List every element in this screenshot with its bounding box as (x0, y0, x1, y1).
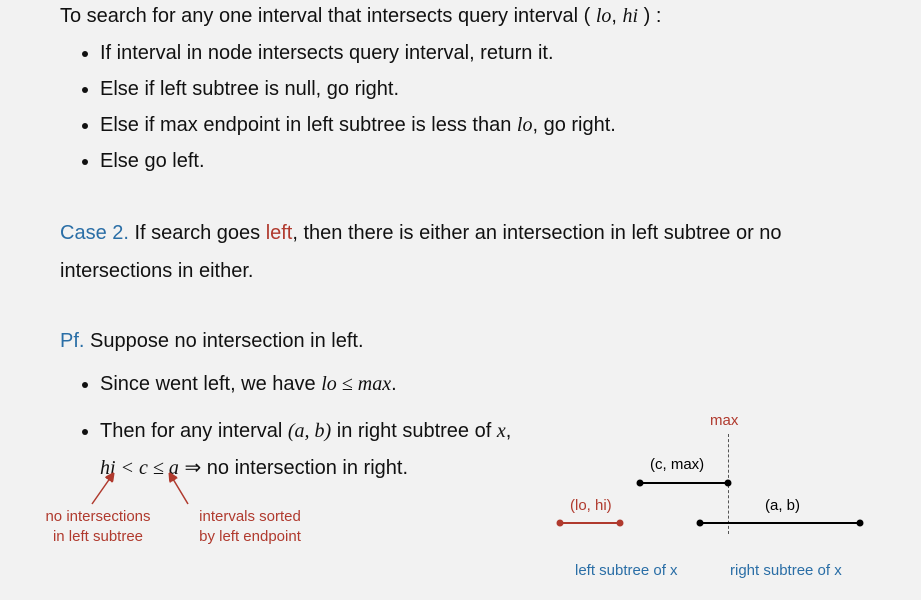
lo-var: lo (596, 5, 612, 27)
right-subtree-label: right subtree of x (730, 562, 842, 579)
slide: To search for any one interval that inte… (0, 2, 921, 600)
intro-line: To search for any one interval that inte… (60, 2, 861, 30)
cmax-label: (c, max) (650, 456, 704, 473)
pf1-p2: . (391, 373, 397, 395)
arrow-1-icon (85, 470, 125, 510)
arrow-2-icon (160, 470, 200, 510)
cmax-dot-l (637, 480, 644, 487)
ab-dot-r (857, 520, 864, 527)
lohi-dot-r (617, 520, 624, 527)
max-label: max (710, 412, 738, 429)
lohi-dot-l (557, 520, 564, 527)
pf2-p1: Then for any interval (100, 420, 288, 442)
cmax-segment (640, 482, 728, 484)
pf1-p1: Since went left, we have (100, 373, 321, 395)
annotation-no-intersections: no intersections in left subtree (28, 507, 168, 548)
anno2-l1: intervals sorted (199, 508, 301, 525)
intro-suffix: ) : (638, 5, 661, 27)
case-label: Case 2. (60, 222, 129, 244)
interval-diagram: max (c, max) (lo, hi) (a, b) left subtre… (550, 412, 900, 592)
hi-var: hi (623, 5, 639, 27)
anno2-l2: by left endpoint (199, 528, 301, 545)
pf2-x: x (497, 420, 506, 442)
alg-item-3: Else if max endpoint in left subtree is … (100, 112, 861, 138)
ab-segment (700, 522, 860, 524)
alg-item-1: If interval in node intersects query int… (100, 40, 861, 66)
alg-item-4: Else go left. (100, 148, 861, 174)
ab-label: (a, b) (765, 497, 800, 514)
left-subtree-label: left subtree of x (575, 562, 678, 579)
case-p1: If search goes (129, 222, 266, 244)
ab-dot-l (697, 520, 704, 527)
pf-item-1: Since went left, we have lo ≤ max. (100, 366, 861, 403)
annotation-intervals-sorted: intervals sorted by left endpoint (175, 507, 325, 548)
anno1-l1: no intersections (45, 508, 150, 525)
alg3-lo: lo (517, 114, 533, 136)
pf-text: Suppose no intersection in left. (84, 330, 363, 352)
pf-label: Pf. (60, 330, 84, 352)
intro-prefix: To search for any one interval that inte… (60, 5, 596, 27)
pf2-tail: no intersection in right. (207, 457, 408, 479)
lohi-label: (lo, hi) (570, 497, 612, 514)
anno1-l2: in left subtree (53, 528, 143, 545)
cmax-dot-r (725, 480, 732, 487)
pf2-p2: in right subtree of (331, 420, 497, 442)
case-2: Case 2. If search goes left, then there … (60, 214, 861, 290)
alg3-p2: , go right. (532, 114, 615, 136)
proof-line: Pf. Suppose no intersection in left. (60, 326, 861, 356)
lohi-segment (560, 522, 620, 524)
alg-item-2: Else if left subtree is null, go right. (100, 76, 861, 102)
algorithm-list: If interval in node intersects query int… (60, 40, 861, 174)
pf2-ab: (a, b) (288, 420, 331, 442)
pf1-expr: lo ≤ max (321, 373, 391, 395)
pf2-p3: , (506, 420, 512, 442)
case-left: left (266, 222, 293, 244)
alg3-p1: Else if max endpoint in left subtree is … (100, 114, 517, 136)
intro-comma: , (611, 5, 622, 27)
